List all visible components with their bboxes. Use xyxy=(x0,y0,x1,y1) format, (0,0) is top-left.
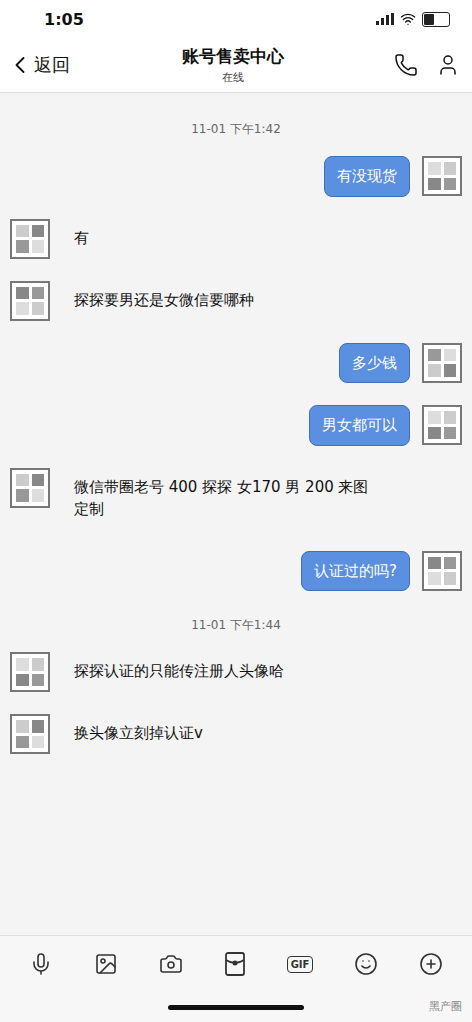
message-list: 11-01 下午1:42 有没现货有探探要男还是女微信要哪种多少钱男女都可以微信带… xyxy=(0,93,472,935)
status-bar: 1:05 xyxy=(0,0,472,38)
message-bubble: 有没现货 xyxy=(324,156,410,197)
message-bubble: 男女都可以 xyxy=(309,405,410,446)
image-icon xyxy=(94,952,118,976)
avatar[interactable] xyxy=(10,219,50,259)
image-button[interactable] xyxy=(94,952,118,976)
message-row: 探探要男还是女微信要哪种 xyxy=(10,281,462,321)
avatar[interactable] xyxy=(422,551,462,591)
signal-icon xyxy=(376,13,394,25)
message-bubble: 认证过的吗? xyxy=(301,551,410,592)
status-time: 1:05 xyxy=(44,10,84,29)
message-row: 多少钱 xyxy=(10,343,462,384)
message-bubble: 微信带圈老号 400 探探 女170 男 200 来图定制 xyxy=(62,468,386,529)
avatar[interactable] xyxy=(422,343,462,383)
home-indicator[interactable] xyxy=(168,1005,304,1010)
plus-icon xyxy=(419,952,443,976)
message-bubble: 探探认证的只能传注册人头像哈 xyxy=(62,652,296,691)
phone-icon[interactable] xyxy=(394,53,418,77)
voice-button[interactable] xyxy=(29,952,53,976)
more-button[interactable] xyxy=(419,952,443,976)
message-row: 认证过的吗? xyxy=(10,551,462,592)
message-bubble: 换头像立刻掉认证v xyxy=(62,714,215,753)
online-status: 在线 xyxy=(222,70,244,85)
message-row: 有 xyxy=(10,219,462,259)
message-bubble: 多少钱 xyxy=(339,343,410,384)
avatar[interactable] xyxy=(10,281,50,321)
mic-icon xyxy=(29,952,53,976)
avatar[interactable] xyxy=(422,156,462,196)
wifi-icon xyxy=(400,11,416,27)
timestamp: 11-01 下午1:42 xyxy=(10,121,462,138)
title: 账号售卖中心 xyxy=(182,45,284,68)
chat-screen: 1:05返回账号售卖中心在线11-01 下午1:42有没现货有探探要男还是女微信… xyxy=(0,0,472,1022)
message-row: 换头像立刻掉认证v xyxy=(10,714,462,754)
message-row: 有没现货 xyxy=(10,156,462,197)
camera-icon xyxy=(159,952,183,976)
status-icons xyxy=(376,11,450,27)
message-row: 微信带圈老号 400 探探 女170 男 200 来图定制 xyxy=(10,468,462,529)
battery-icon xyxy=(422,12,450,27)
avatar[interactable] xyxy=(10,468,50,508)
message-bubble: 有 xyxy=(62,219,101,258)
message-row: 男女都可以 xyxy=(10,405,462,446)
chat-title: 账号售卖中心在线 xyxy=(82,45,384,85)
message-row: 探探认证的只能传注册人头像哈 xyxy=(10,652,462,692)
back-icon xyxy=(6,51,34,79)
timestamp: 11-01 下午1:44 xyxy=(10,617,462,634)
nav-bar: 返回账号售卖中心在线 xyxy=(0,38,472,93)
avatar[interactable] xyxy=(422,405,462,445)
avatar[interactable] xyxy=(10,652,50,692)
input-toolbar: GIF xyxy=(0,935,472,992)
emoji-button[interactable] xyxy=(354,952,378,976)
gif-button[interactable]: GIF xyxy=(287,956,314,973)
back-button[interactable]: 返回 xyxy=(6,51,76,79)
red-packet-icon xyxy=(224,952,246,976)
message-bubble: 探探要男还是女微信要哪种 xyxy=(62,281,266,320)
watermark: 黑产圈 xyxy=(429,999,462,1014)
avatar[interactable] xyxy=(10,714,50,754)
home-area xyxy=(0,992,472,1022)
gif-icon: GIF xyxy=(287,956,314,973)
profile-icon[interactable] xyxy=(436,53,460,77)
smile-icon xyxy=(354,952,378,976)
red-packet-button[interactable] xyxy=(224,952,246,976)
camera-button[interactable] xyxy=(159,952,183,976)
